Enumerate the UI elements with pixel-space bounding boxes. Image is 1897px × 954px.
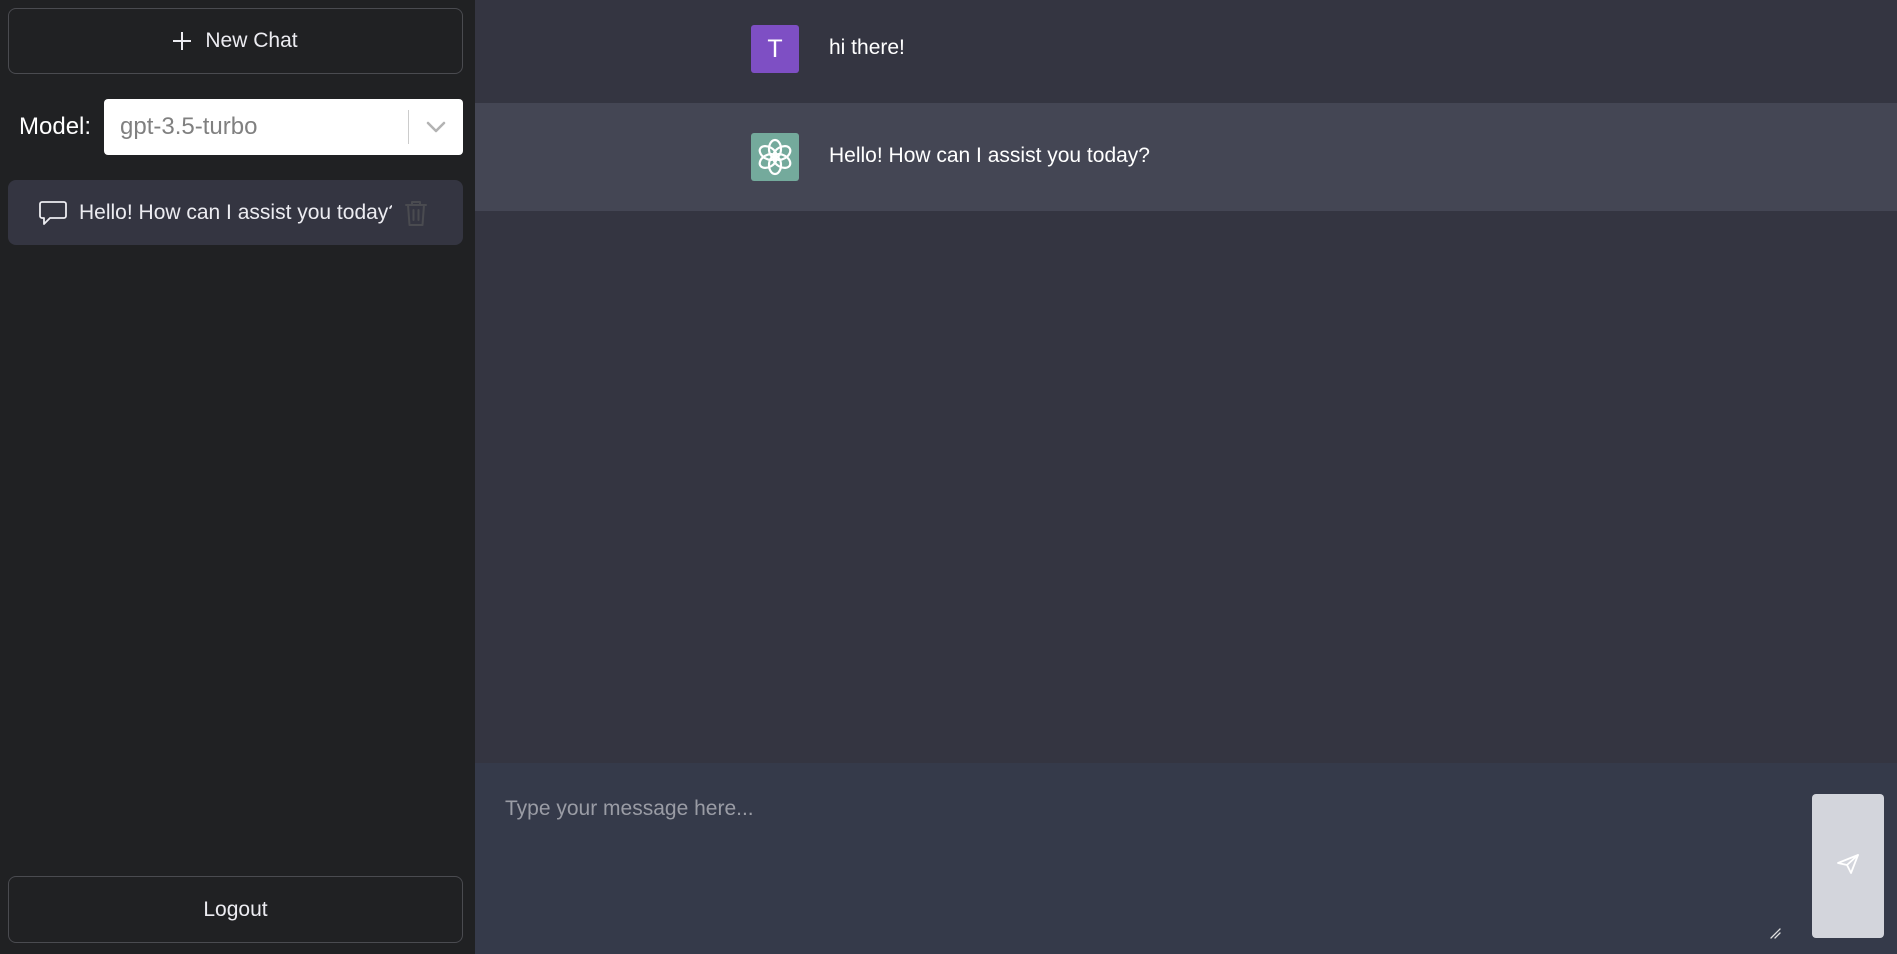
chat-list-item[interactable]: Hello! How can I assist you today? xyxy=(8,180,463,245)
send-button[interactable] xyxy=(1812,794,1884,938)
message-composer xyxy=(475,763,1897,954)
new-chat-label: New Chat xyxy=(205,29,298,52)
model-select-value: gpt-3.5-turbo xyxy=(120,113,258,140)
assistant-message-row: Hello! How can I assist you today? xyxy=(475,103,1897,211)
logout-label: Logout xyxy=(203,897,268,921)
user-avatar: T xyxy=(751,25,799,73)
plus-icon xyxy=(173,32,192,50)
user-message-row: T hi there! xyxy=(475,0,1897,103)
new-chat-button[interactable]: New Chat xyxy=(8,8,463,74)
chat-bubble-icon xyxy=(38,198,68,228)
chevron-down-icon[interactable] xyxy=(409,99,463,155)
message-input[interactable] xyxy=(475,763,1815,954)
logout-button[interactable]: Logout xyxy=(8,876,463,943)
model-label: Model: xyxy=(19,113,92,140)
resize-handle-icon[interactable] xyxy=(1769,926,1781,939)
send-icon xyxy=(1836,853,1860,880)
openai-logo-icon xyxy=(751,133,799,181)
conversation-panel: T hi there! Hello! How can I assist you … xyxy=(475,0,1897,954)
sidebar: New Chat Model: gpt-3.5-turbo Hello! How… xyxy=(0,0,475,954)
chat-list-item-title: Hello! How can I assist you today? xyxy=(79,200,392,224)
user-message-text: hi there! xyxy=(829,36,905,59)
assistant-message-text: Hello! How can I assist you today? xyxy=(829,144,1150,167)
model-select[interactable]: gpt-3.5-turbo xyxy=(104,99,463,155)
app-root: New Chat Model: gpt-3.5-turbo Hello! How… xyxy=(0,0,1897,954)
model-row: Model: xyxy=(19,99,104,155)
trash-icon[interactable] xyxy=(402,198,430,228)
